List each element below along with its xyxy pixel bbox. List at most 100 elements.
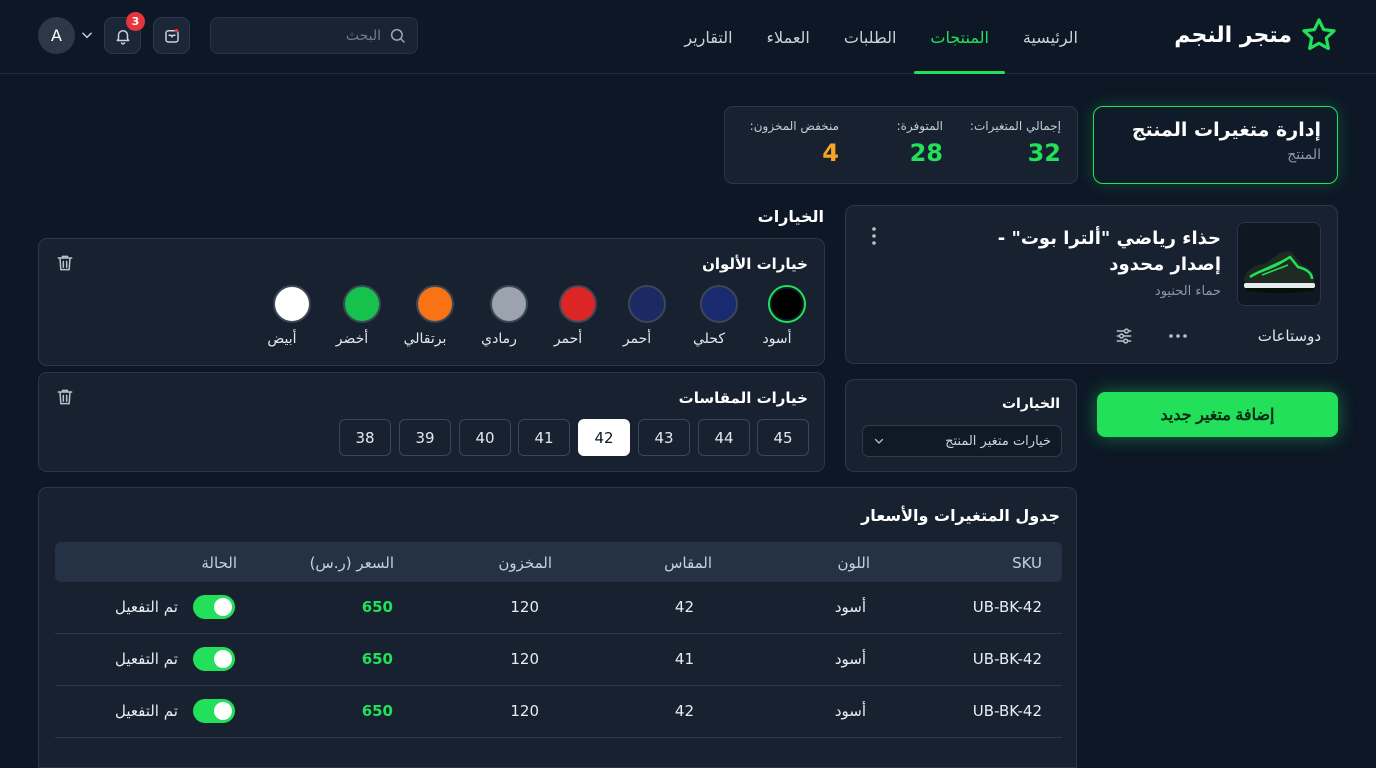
status-text: تم التفعيل	[115, 702, 178, 720]
color-swatch-dark-blue[interactable]: أحمر	[623, 285, 667, 347]
color-swatch-navy[interactable]: كحلي	[693, 285, 739, 347]
chevron-down-icon[interactable]	[80, 28, 94, 42]
more-horizontal-icon[interactable]	[1168, 332, 1188, 340]
size-option-42[interactable]: 42	[578, 419, 630, 456]
cell-color: أسود	[834, 702, 866, 720]
nav-reports[interactable]: التقارير	[668, 0, 748, 74]
size-option-38[interactable]: 38	[339, 419, 391, 456]
brand-name: متجر النجم	[1174, 22, 1292, 48]
add-variant-button[interactable]: إضافة متغير جديد	[1097, 392, 1338, 437]
variant-options-card: الخيارات خيارات متغير المنتج	[845, 379, 1077, 472]
search-placeholder: البحث	[345, 27, 381, 44]
cell-color: أسود	[834, 598, 866, 616]
status-toggle[interactable]	[193, 647, 235, 671]
color-label: أسود	[762, 331, 792, 347]
color-swatch-green[interactable]: أخضر	[336, 285, 382, 347]
brand-logo[interactable]: متجر النجم	[1174, 15, 1338, 55]
color-label: أبيض	[267, 331, 297, 347]
star-icon	[1300, 16, 1338, 54]
cell-sku: UB-BK-42	[972, 702, 1042, 720]
th-size: المقاس	[664, 554, 712, 572]
status-toggle[interactable]	[193, 595, 235, 619]
color-label: كحلي	[692, 331, 725, 347]
color-label: أخضر	[335, 331, 369, 347]
stat-available-label: المتوفرة:	[896, 119, 943, 133]
nav-products[interactable]: المنتجات	[914, 0, 1005, 74]
color-label: برتقالي	[403, 331, 447, 347]
size-options-title: خيارات المقاسات	[678, 389, 808, 407]
trash-icon[interactable]	[55, 387, 75, 407]
cell-price: 650	[361, 702, 393, 720]
size-option-41[interactable]: 41	[518, 419, 570, 456]
size-option-40[interactable]: 40	[459, 419, 511, 456]
product-image	[1237, 222, 1321, 306]
size-options-card: خيارات المقاسات 45 44 43 42 41 40 39 38	[38, 372, 825, 472]
color-options-title: خيارات الألوان	[702, 255, 808, 273]
search-input[interactable]: البحث	[210, 17, 418, 54]
size-option-39[interactable]: 39	[399, 419, 451, 456]
options-title: الخيارات	[757, 207, 824, 226]
variant-options-value: خيارات متغير المنتج	[945, 433, 1051, 449]
stat-available-value: 28	[909, 139, 943, 167]
nav-orders[interactable]: الطلبات	[828, 0, 913, 74]
sliders-icon[interactable]	[1114, 326, 1134, 346]
inbox-button[interactable]	[153, 17, 190, 54]
cell-stock: 120	[510, 702, 539, 720]
size-option-43[interactable]: 43	[638, 419, 690, 456]
variant-options-select[interactable]: خيارات متغير المنتج	[862, 425, 1062, 457]
size-option-45[interactable]: 45	[757, 419, 809, 456]
size-option-44[interactable]: 44	[698, 419, 750, 456]
table-title: جدول المتغيرات والأسعار	[861, 506, 1060, 525]
th-status: الحالة	[201, 554, 237, 572]
cell-price: 650	[361, 598, 393, 616]
color-label: أحمر	[622, 331, 652, 347]
more-vertical-icon[interactable]	[868, 226, 880, 246]
cell-size: 42	[674, 702, 694, 720]
stat-total-label: إجمالي المتغيرات:	[969, 119, 1061, 133]
th-price: السعر (ر.س)	[309, 554, 394, 572]
stat-low-stock-label: منخفض المخزون:	[749, 119, 839, 133]
color-label: رمادي	[481, 331, 517, 347]
status-toggle[interactable]	[193, 699, 235, 723]
color-swatch-black[interactable]: أسود	[762, 285, 807, 347]
page-title: إدارة متغيرات المنتج	[1131, 119, 1321, 141]
cell-stock: 120	[510, 598, 539, 616]
cell-stock: 120	[510, 650, 539, 668]
stat-low-stock-value: 4	[822, 139, 839, 167]
table-row[interactable]: UB-BK-42 أسود 41 120 650 تم التفعيل	[55, 634, 1062, 686]
variant-options-label: الخيارات	[1001, 396, 1060, 412]
th-stock: المخزون	[498, 554, 552, 572]
stat-available: المتوفرة: 28	[897, 119, 943, 167]
color-options-card: خيارات الألوان أسود كحلي أحمر أحمر رمادي…	[38, 238, 825, 366]
main-nav: الرئيسية المنتجات الطلبات العملاء التقار…	[666, 0, 1094, 74]
chevron-down-icon	[873, 435, 885, 447]
page-title-card: إدارة متغيرات المنتج المنتج	[1093, 106, 1338, 184]
avatar[interactable]: A	[38, 17, 75, 54]
notification-badge: 3	[126, 12, 145, 31]
cell-price: 650	[361, 650, 393, 668]
color-swatch-red[interactable]: أحمر	[554, 285, 598, 347]
trash-icon[interactable]	[55, 253, 75, 273]
product-card: حذاء رياضي "ألترا بوت" - إصدار محدود حما…	[845, 205, 1338, 364]
variants-table-card: جدول المتغيرات والأسعار SKU اللون المقاس…	[38, 487, 1077, 768]
stats-card: إجمالي المتغيرات: 32 المتوفرة: 28 منخفض …	[724, 106, 1078, 184]
stat-total: إجمالي المتغيرات: 32	[970, 119, 1061, 167]
product-category: دوستاعات	[1257, 327, 1321, 345]
color-swatch-gray[interactable]: رمادي	[481, 285, 529, 347]
cell-color: أسود	[834, 650, 866, 668]
cell-sku: UB-BK-42	[972, 650, 1042, 668]
stat-low-stock: منخفض المخزون: 4	[750, 119, 839, 167]
search-icon	[389, 27, 407, 45]
color-swatch-orange[interactable]: برتقالي	[404, 285, 455, 347]
cell-size: 42	[674, 598, 694, 616]
nav-customers[interactable]: العملاء	[751, 0, 826, 74]
product-name: حذاء رياضي "ألترا بوت" - إصدار محدود	[997, 228, 1221, 275]
table-row[interactable]: UB-BK-42 أسود 42 120 650 تم التفعيل	[55, 582, 1062, 634]
inbox-icon	[163, 27, 181, 45]
color-swatch-white[interactable]: أبيض	[267, 285, 312, 347]
table-row[interactable]: UB-BK-42 أسود 42 120 650 تم التفعيل	[55, 686, 1062, 738]
table-header: SKU اللون المقاس المخزون السعر (ر.س) الح…	[55, 542, 1062, 582]
nav-home[interactable]: الرئيسية	[1007, 0, 1094, 74]
stat-total-value: 32	[1027, 139, 1061, 167]
bell-icon	[114, 27, 132, 45]
